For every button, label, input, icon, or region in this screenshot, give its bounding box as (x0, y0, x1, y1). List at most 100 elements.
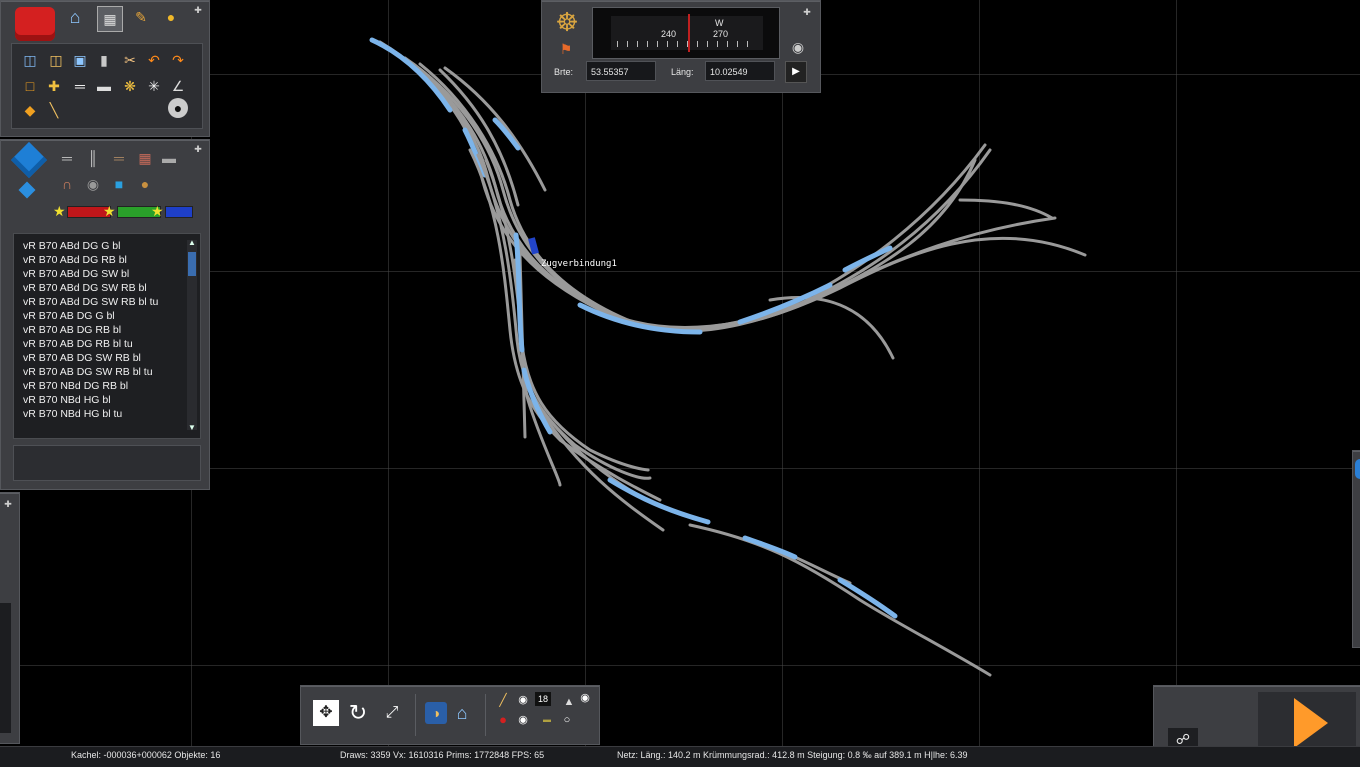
list-item[interactable]: vR B70 ABd DG G bl (23, 240, 120, 252)
track-double-icon[interactable]: ║ (83, 148, 103, 168)
latitude-field[interactable]: 53.55357 (586, 61, 656, 81)
water-icon[interactable]: ■ (109, 174, 129, 194)
star-gear-icon[interactable]: ❋ (120, 76, 140, 96)
list-item[interactable]: vR B70 ABd DG SW bl (23, 268, 129, 280)
track-selected (837, 577, 898, 619)
redo-icon[interactable]: ↷ (168, 50, 188, 70)
object-list[interactable]: vR B70 ABd DG G bl vR B70 ABd DG RB bl vR … (13, 233, 201, 439)
select-box-icon[interactable]: □ (20, 76, 40, 96)
settings-round-icon[interactable]: ◉ (788, 37, 808, 57)
building-icon[interactable]: ▦ (97, 6, 123, 32)
train-icon[interactable]: ● (161, 7, 181, 27)
ruler-icon[interactable]: ╲ (44, 100, 64, 120)
list-item[interactable]: vR B70 AB DG RB bl tu (23, 338, 133, 350)
small-cube-icon[interactable] (18, 181, 36, 199)
fit-view-icon[interactable]: ✥ (313, 700, 339, 726)
bag-icon[interactable]: ● (135, 174, 155, 194)
track-wood-icon[interactable]: ═ (109, 148, 129, 168)
list-scrollbar[interactable]: ▲ ▼ (187, 238, 197, 432)
brush-icon[interactable]: ✎ (131, 7, 151, 27)
open-file-icon[interactable]: ◫ (20, 50, 40, 70)
heading-label-270: 270 (713, 29, 729, 39)
pin-icon[interactable]: ✚ (3, 499, 13, 509)
list-item[interactable]: vR B70 ABd DG SW RB bl tu (23, 296, 158, 308)
toolbox-icon[interactable] (15, 7, 55, 41)
cut-icon[interactable]: ✂ (120, 50, 140, 70)
copy-icon[interactable]: ◫ (46, 50, 66, 70)
monitor-icon[interactable]: ▣ (70, 50, 90, 70)
rotate-icon[interactable]: ↻ (345, 700, 371, 726)
longitude-field[interactable]: 10.02549 (705, 61, 775, 81)
track-connect-icon[interactable]: ═ (70, 76, 90, 96)
list-item[interactable]: vR B70 AB DG G bl (23, 310, 115, 322)
radio-option-icon[interactable]: ◉ (513, 690, 533, 710)
play-panel: ☍ (1153, 685, 1360, 754)
list-item[interactable]: vR B70 AB DG SW RB bl tu (23, 366, 153, 378)
turntable-icon[interactable]: ◉ (83, 174, 103, 194)
list-item[interactable]: vR B70 AB DG SW RB bl (23, 352, 141, 364)
home-icon[interactable]: ⌂ (65, 7, 85, 27)
blue-knob-icon[interactable] (1355, 459, 1360, 479)
compass-star-icon[interactable]: ✳ (144, 76, 164, 96)
side-panel-inner (0, 603, 11, 733)
map-pin-icon[interactable]: ⚑ (556, 39, 576, 59)
radio-option-icon[interactable]: ◉ (513, 710, 533, 730)
pin-icon[interactable]: ✚ (193, 144, 203, 154)
bridge-icon[interactable]: ∩ (57, 174, 77, 194)
list-item[interactable]: vR B70 NBd DG RB bl (23, 380, 128, 392)
list-item[interactable]: vR B70 NBd HG bl (23, 394, 111, 406)
scroll-down-icon[interactable]: ▼ (187, 423, 197, 432)
pin-icon[interactable]: ✚ (193, 5, 203, 15)
track-selected (369, 37, 453, 113)
undo-icon[interactable]: ↶ (144, 50, 164, 70)
car-icon[interactable]: ● (493, 710, 513, 730)
track-segment (958, 198, 1054, 220)
star-icon: ★ (103, 203, 116, 219)
track-straight-icon[interactable]: ═ (57, 148, 77, 168)
heading-dial[interactable]: W 240 270 (592, 7, 780, 59)
track-segment (484, 158, 650, 472)
scroll-up-icon[interactable]: ▲ (187, 238, 197, 247)
angle-icon[interactable]: ∠ (168, 76, 188, 96)
brick-icon[interactable]: ▦ (135, 148, 155, 168)
number-field[interactable]: 18 (535, 692, 551, 706)
sleeper-icon[interactable]: ▬ (159, 148, 179, 168)
list-item[interactable]: vR B70 ABd DG RB bl (23, 254, 127, 266)
object-preview-box (13, 445, 201, 481)
play-button[interactable] (1258, 692, 1356, 754)
bottom-toolbar: ✥ ↻ ⤢ ◑ ⌂ ╱ ◉ 18 ▲ ◉ ● ◉ ▬ ○ (300, 685, 600, 745)
track-connection-label[interactable]: Zugverbindung1 (541, 259, 617, 269)
ship-wheel-icon[interactable]: ☸ (552, 7, 582, 37)
signal-icon[interactable]: ╱ (493, 690, 513, 710)
heading-label-240: 240 (661, 29, 677, 39)
list-item[interactable]: vR B70 AB DG RB bl (23, 324, 121, 336)
tag-icon[interactable]: ◆ (20, 100, 40, 120)
track-segment (688, 523, 992, 677)
right-edge-panel[interactable] (1352, 450, 1360, 648)
trash-icon[interactable]: ▮ (94, 50, 114, 70)
track-segment (443, 66, 547, 192)
heading-ticks (617, 41, 757, 47)
tsl-icon[interactable]: ▬ (537, 710, 557, 730)
latitude-label: Brte: (554, 67, 574, 77)
side-panel-collapsed[interactable]: ✚ (0, 492, 20, 744)
bomb-icon[interactable]: ● (168, 98, 188, 118)
compass-panel: ✚ ☸ ⚑ W 240 270 ◉ Brte: 53.55357 Läng: 1… (541, 0, 821, 93)
track-selected (742, 535, 798, 560)
globe-icon[interactable]: ◑ (425, 702, 447, 724)
star-icon: ★ (151, 203, 164, 219)
rail-icon[interactable]: ▬ (94, 76, 114, 96)
go-arrow-icon[interactable]: ▶ (785, 61, 807, 83)
cube-icon[interactable] (10, 141, 48, 179)
resize-icon[interactable]: ⤢ (379, 700, 405, 726)
scroll-thumb[interactable] (188, 252, 196, 276)
list-item[interactable]: vR B70 NBd HG bl tu (23, 408, 122, 420)
status-tile: Kachel: -000036+000062 Objekte: 16 (71, 750, 221, 760)
home-icon[interactable]: ⌂ (451, 702, 473, 724)
radio-option-icon[interactable]: ○ (557, 710, 577, 730)
radio-option-icon[interactable]: ◉ (575, 688, 595, 708)
status-render-stats: Draws: 3359 Vx: 1610316 Prims: 1772848 F… (340, 750, 545, 760)
track-split-icon[interactable]: ✚ (44, 76, 64, 96)
list-item[interactable]: vR B70 ABd DG SW RB bl (23, 282, 147, 294)
pin-icon[interactable]: ✚ (802, 7, 812, 17)
